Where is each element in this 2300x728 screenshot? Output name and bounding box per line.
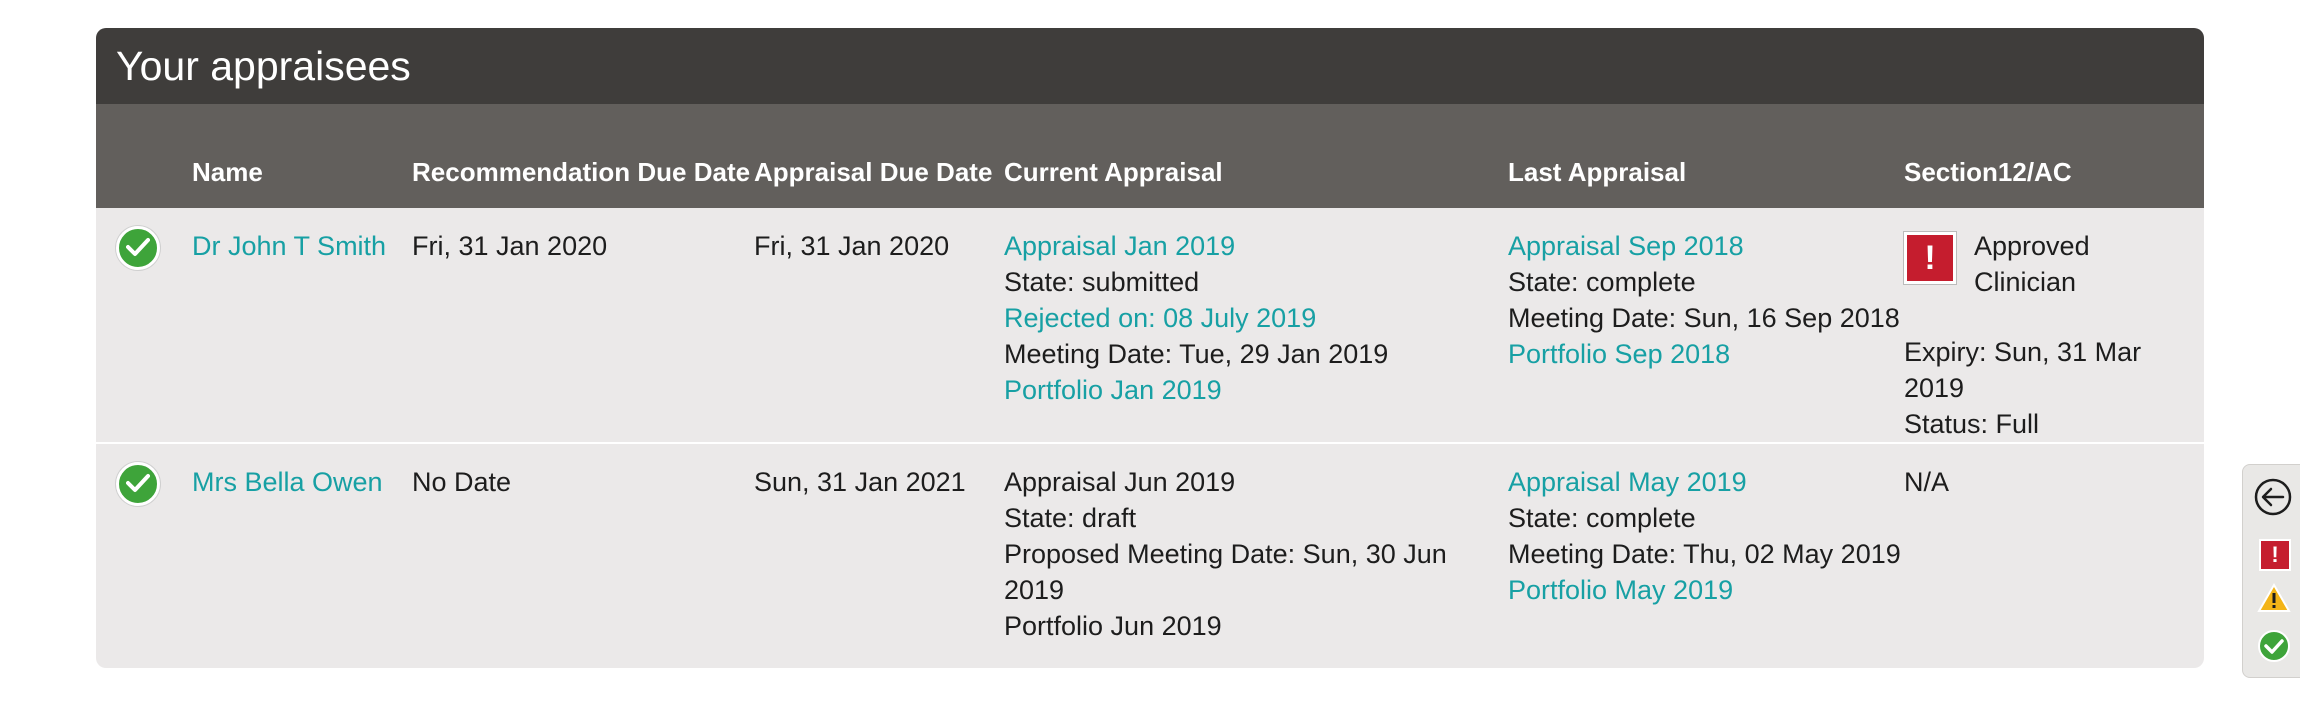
last-portfolio-link[interactable]: Portfolio Sep 2018 xyxy=(1508,336,1904,372)
recommendation-due-date: Fri, 31 Jan 2020 xyxy=(412,231,608,261)
appraisee-name-link[interactable]: Dr John T Smith xyxy=(192,231,386,261)
appraisees-table: Name Recommendation Due Date Appraisal D… xyxy=(96,104,2204,668)
section12-column-header[interactable]: Section12/AC xyxy=(1904,104,2204,208)
last-appraisal-state: State: complete xyxy=(1508,503,1696,533)
current-appraisal-link[interactable]: Appraisal Jan 2019 xyxy=(1004,228,1508,264)
row-status-cell xyxy=(96,442,192,668)
appraisal-due-date: Fri, 31 Jan 2020 xyxy=(754,231,950,261)
proposed-meeting-date: Proposed Meeting Date: Sun, 30 Jun 2019 xyxy=(1004,539,1447,605)
current-appraisal-cell: Appraisal Jun 2019 State: draft Proposed… xyxy=(1004,442,1508,668)
last-meeting-date: Meeting Date: Thu, 02 May 2019 xyxy=(1508,539,1901,569)
section12-expiry: Expiry: Sun, 31 Mar 2019 xyxy=(1904,337,2142,403)
section12-status-text: Approved Clinician xyxy=(1974,231,2090,297)
rejected-date-link[interactable]: Rejected on: 08 July 2019 xyxy=(1004,300,1508,336)
current-meeting-date: Meeting Date: Tue, 29 Jan 2019 xyxy=(1004,339,1389,369)
appraisees-panel: Your appraisees Name Recommendation Due … xyxy=(96,28,2204,668)
appraisal-due-column-header[interactable]: Appraisal Due Date xyxy=(754,104,1004,208)
last-appraisal-link[interactable]: Appraisal Sep 2018 xyxy=(1508,228,1904,264)
last-portfolio-link[interactable]: Portfolio May 2019 xyxy=(1508,572,1904,608)
last-meeting-date: Meeting Date: Sun, 16 Sep 2018 xyxy=(1508,303,1900,333)
table-row: Mrs Bella Owen No Date Sun, 31 Jan 2021 … xyxy=(96,442,2204,668)
table-row: Dr John T Smith Fri, 31 Jan 2020 Fri, 31… xyxy=(96,208,2204,443)
appraisee-name-link[interactable]: Mrs Bella Owen xyxy=(192,467,383,497)
status-legend-sidebar: ! xyxy=(2242,464,2300,678)
check-circle-icon xyxy=(116,226,160,270)
row-status-cell xyxy=(96,208,192,443)
current-appraisal-state: State: draft xyxy=(1004,503,1137,533)
last-appraisal-state: State: complete xyxy=(1508,267,1696,297)
current-portfolio: Portfolio Jun 2019 xyxy=(1004,611,1222,641)
back-arrow-icon[interactable] xyxy=(2253,477,2293,517)
current-appraisal-state: State: submitted xyxy=(1004,267,1200,297)
last-appraisal-cell: Appraisal Sep 2018 State: complete Meeti… xyxy=(1508,208,1904,443)
check-circle-icon xyxy=(116,462,160,506)
warning-icon[interactable] xyxy=(2257,583,2291,613)
recommendation-due-column-header[interactable]: Recommendation Due Date xyxy=(412,104,754,208)
section12-status: Status: Full xyxy=(1904,409,2040,439)
current-appraisal-column-header[interactable]: Current Appraisal xyxy=(1004,104,1508,208)
check-circle-icon[interactable] xyxy=(2257,629,2291,663)
current-appraisal-title: Appraisal Jun 2019 xyxy=(1004,467,1236,497)
error-icon[interactable]: ! xyxy=(2259,539,2291,571)
current-portfolio-link[interactable]: Portfolio Jan 2019 xyxy=(1004,372,1508,408)
last-appraisal-column-header[interactable]: Last Appraisal xyxy=(1508,104,1904,208)
exclamation-icon: ! xyxy=(1904,232,1956,284)
status-column-header xyxy=(96,104,192,208)
recommendation-due-date: No Date xyxy=(412,442,754,668)
last-appraisal-cell: Appraisal May 2019 State: complete Meeti… xyxy=(1508,442,1904,668)
section12-cell: N/A xyxy=(1904,442,2204,668)
section12-cell: ! Approved Clinician Expiry: Sun, 31 Mar… xyxy=(1904,208,2204,443)
panel-title: Your appraisees xyxy=(96,28,2204,104)
appraisal-due-date: Sun, 31 Jan 2021 xyxy=(754,442,1004,668)
current-appraisal-cell: Appraisal Jan 2019 State: submitted Reje… xyxy=(1004,208,1508,443)
table-header-row: Name Recommendation Due Date Appraisal D… xyxy=(96,104,2204,208)
name-column-header[interactable]: Name xyxy=(192,104,412,208)
last-appraisal-link[interactable]: Appraisal May 2019 xyxy=(1508,464,1904,500)
